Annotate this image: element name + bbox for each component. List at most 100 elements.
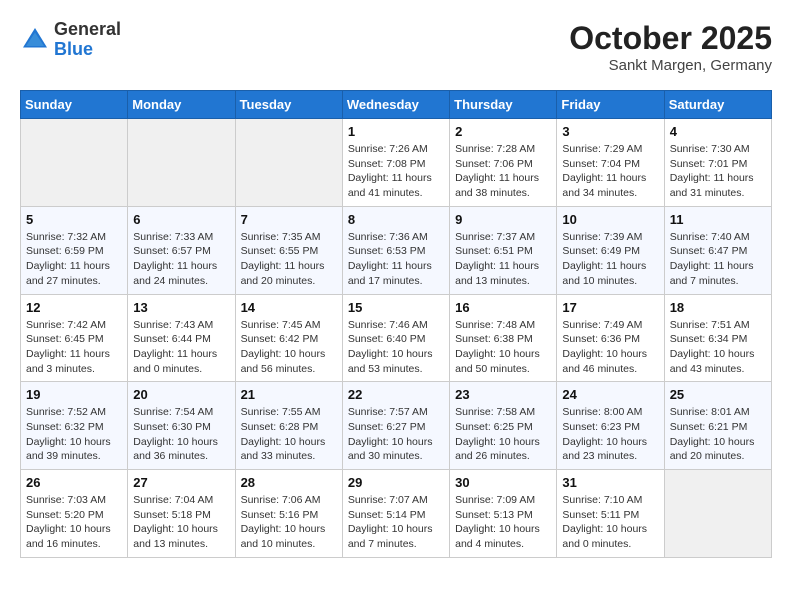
day-number: 30 [455,475,551,490]
day-number: 9 [455,212,551,227]
column-header-tuesday: Tuesday [235,91,342,119]
calendar-cell: 7 Sunrise: 7:35 AM Sunset: 6:55 PM Daylig… [235,206,342,294]
calendar-cell: 6 Sunrise: 7:33 AM Sunset: 6:57 PM Daylig… [128,206,235,294]
day-info: Sunrise: 7:06 AM Sunset: 5:16 PM Dayligh… [241,493,337,552]
calendar-cell: 26 Sunrise: 7:03 AM Sunset: 5:20 PM Dayli… [21,470,128,558]
location-subtitle: Sankt Margen, Germany [569,57,772,74]
calendar-cell: 17Sunrise: 7:49 AM Sunset: 6:36 PM Dayli… [557,294,664,382]
logo-text: General Blue [54,20,121,60]
calendar-week-3: 12Sunrise: 7:42 AM Sunset: 6:45 PM Dayli… [21,294,772,382]
day-number: 14 [241,300,337,315]
calendar-cell: 11 Sunrise: 7:40 AM Sunset: 6:47 PM Dayli… [664,206,771,294]
day-info: Sunrise: 7:52 AM Sunset: 6:32 PM Dayligh… [26,405,122,464]
day-info: Sunrise: 7:35 AM Sunset: 6:55 PM Dayligh… [241,230,337,289]
page-header: General Blue October 2025 Sankt Margen, … [20,20,772,74]
day-info: Sunrise: 7:29 AM Sunset: 7:04 PM Dayligh… [562,142,658,201]
day-number: 29 [348,475,444,490]
day-info: Sunrise: 7:49 AM Sunset: 6:36 PM Dayligh… [562,318,658,377]
calendar-cell: 12Sunrise: 7:42 AM Sunset: 6:45 PM Dayli… [21,294,128,382]
day-info: Sunrise: 7:40 AM Sunset: 6:47 PM Dayligh… [670,230,766,289]
day-info: Sunrise: 7:58 AM Sunset: 6:25 PM Dayligh… [455,405,551,464]
day-info: Sunrise: 7:57 AM Sunset: 6:27 PM Dayligh… [348,405,444,464]
calendar-cell: 25 Sunrise: 8:01 AM Sunset: 6:21 PM Dayli… [664,382,771,470]
day-info: Sunrise: 7:39 AM Sunset: 6:49 PM Dayligh… [562,230,658,289]
day-number: 8 [348,212,444,227]
calendar-cell [235,119,342,207]
day-info: Sunrise: 7:55 AM Sunset: 6:28 PM Dayligh… [241,405,337,464]
day-number: 10 [562,212,658,227]
calendar-week-2: 5 Sunrise: 7:32 AM Sunset: 6:59 PM Daylig… [21,206,772,294]
calendar-cell: 30Sunrise: 7:09 AM Sunset: 5:13 PM Dayli… [450,470,557,558]
day-number: 1 [348,124,444,139]
calendar-week-1: 1 Sunrise: 7:26 AM Sunset: 7:08 PM Daylig… [21,119,772,207]
month-title: October 2025 [569,20,772,57]
day-info: Sunrise: 7:10 AM Sunset: 5:11 PM Dayligh… [562,493,658,552]
day-number: 23 [455,387,551,402]
calendar-cell: 5 Sunrise: 7:32 AM Sunset: 6:59 PM Daylig… [21,206,128,294]
day-info: Sunrise: 7:51 AM Sunset: 6:34 PM Dayligh… [670,318,766,377]
day-info: Sunrise: 7:37 AM Sunset: 6:51 PM Dayligh… [455,230,551,289]
logo: General Blue [20,20,121,60]
day-number: 26 [26,475,122,490]
calendar-cell: 16Sunrise: 7:48 AM Sunset: 6:38 PM Dayli… [450,294,557,382]
day-info: Sunrise: 7:43 AM Sunset: 6:44 PM Dayligh… [133,318,229,377]
calendar-cell: 21 Sunrise: 7:55 AM Sunset: 6:28 PM Dayli… [235,382,342,470]
calendar-cell: 27 Sunrise: 7:04 AM Sunset: 5:18 PM Dayli… [128,470,235,558]
day-number: 2 [455,124,551,139]
calendar-cell: 2Sunrise: 7:28 AM Sunset: 7:06 PM Daylig… [450,119,557,207]
calendar-cell: 24 Sunrise: 8:00 AM Sunset: 6:23 PM Dayli… [557,382,664,470]
day-number: 6 [133,212,229,227]
day-number: 11 [670,212,766,227]
column-header-friday: Friday [557,91,664,119]
calendar-cell [128,119,235,207]
day-number: 24 [562,387,658,402]
day-number: 13 [133,300,229,315]
calendar-cell: 31Sunrise: 7:10 AM Sunset: 5:11 PM Dayli… [557,470,664,558]
day-info: Sunrise: 7:36 AM Sunset: 6:53 PM Dayligh… [348,230,444,289]
calendar-table: SundayMondayTuesdayWednesdayThursdayFrid… [20,90,772,558]
day-number: 19 [26,387,122,402]
calendar-week-4: 19 Sunrise: 7:52 AM Sunset: 6:32 PM Dayli… [21,382,772,470]
calendar-header-row: SundayMondayTuesdayWednesdayThursdayFrid… [21,91,772,119]
day-number: 16 [455,300,551,315]
day-number: 3 [562,124,658,139]
calendar-cell: 3 Sunrise: 7:29 AM Sunset: 7:04 PM Daylig… [557,119,664,207]
day-info: Sunrise: 8:01 AM Sunset: 6:21 PM Dayligh… [670,405,766,464]
day-number: 5 [26,212,122,227]
calendar-cell: 9 Sunrise: 7:37 AM Sunset: 6:51 PM Daylig… [450,206,557,294]
calendar-cell: 13 Sunrise: 7:43 AM Sunset: 6:44 PM Dayli… [128,294,235,382]
day-number: 4 [670,124,766,139]
calendar-cell: 15 Sunrise: 7:46 AM Sunset: 6:40 PM Dayli… [342,294,449,382]
calendar-cell: 8 Sunrise: 7:36 AM Sunset: 6:53 PM Daylig… [342,206,449,294]
day-number: 20 [133,387,229,402]
calendar-cell: 14 Sunrise: 7:45 AM Sunset: 6:42 PM Dayli… [235,294,342,382]
day-info: Sunrise: 7:33 AM Sunset: 6:57 PM Dayligh… [133,230,229,289]
day-info: Sunrise: 7:04 AM Sunset: 5:18 PM Dayligh… [133,493,229,552]
calendar-cell: 1 Sunrise: 7:26 AM Sunset: 7:08 PM Daylig… [342,119,449,207]
logo-icon [20,25,50,55]
day-number: 22 [348,387,444,402]
day-info: Sunrise: 7:03 AM Sunset: 5:20 PM Dayligh… [26,493,122,552]
day-number: 21 [241,387,337,402]
day-number: 15 [348,300,444,315]
day-info: Sunrise: 7:46 AM Sunset: 6:40 PM Dayligh… [348,318,444,377]
column-header-monday: Monday [128,91,235,119]
calendar-cell: 29Sunrise: 7:07 AM Sunset: 5:14 PM Dayli… [342,470,449,558]
day-info: Sunrise: 8:00 AM Sunset: 6:23 PM Dayligh… [562,405,658,464]
day-info: Sunrise: 7:32 AM Sunset: 6:59 PM Dayligh… [26,230,122,289]
day-number: 27 [133,475,229,490]
day-number: 25 [670,387,766,402]
day-number: 7 [241,212,337,227]
day-info: Sunrise: 7:30 AM Sunset: 7:01 PM Dayligh… [670,142,766,201]
calendar-cell: 23 Sunrise: 7:58 AM Sunset: 6:25 PM Dayli… [450,382,557,470]
day-info: Sunrise: 7:26 AM Sunset: 7:08 PM Dayligh… [348,142,444,201]
day-info: Sunrise: 7:42 AM Sunset: 6:45 PM Dayligh… [26,318,122,377]
day-info: Sunrise: 7:45 AM Sunset: 6:42 PM Dayligh… [241,318,337,377]
day-info: Sunrise: 7:54 AM Sunset: 6:30 PM Dayligh… [133,405,229,464]
column-header-thursday: Thursday [450,91,557,119]
title-block: October 2025 Sankt Margen, Germany [569,20,772,74]
calendar-cell: 19 Sunrise: 7:52 AM Sunset: 6:32 PM Dayli… [21,382,128,470]
calendar-cell: 18Sunrise: 7:51 AM Sunset: 6:34 PM Dayli… [664,294,771,382]
calendar-cell: 22 Sunrise: 7:57 AM Sunset: 6:27 PM Dayli… [342,382,449,470]
calendar-cell: 28Sunrise: 7:06 AM Sunset: 5:16 PM Dayli… [235,470,342,558]
